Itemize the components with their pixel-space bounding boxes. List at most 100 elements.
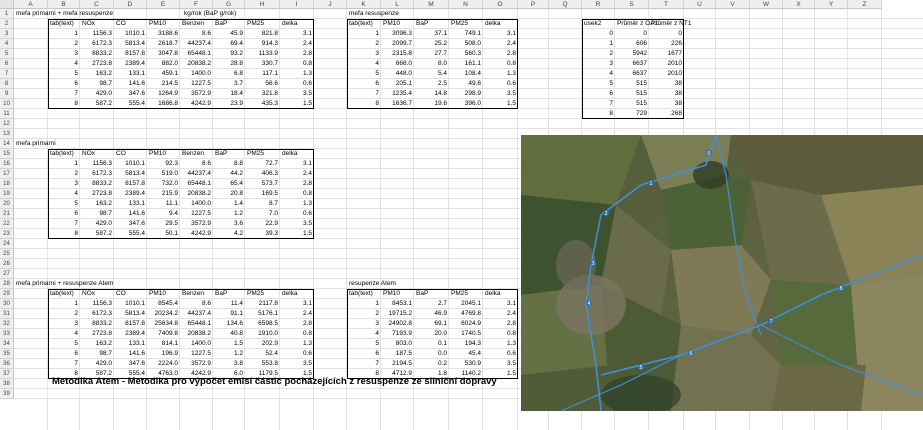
table6-cell[interactable]: 0.6 bbox=[484, 349, 516, 359]
table4-cell[interactable]: 72.7 bbox=[246, 159, 278, 169]
table5-cell[interactable]: 6 bbox=[49, 349, 78, 359]
column-header-q[interactable]: Q bbox=[549, 0, 582, 9]
table5-cell[interactable]: 8833.2 bbox=[81, 319, 112, 329]
row-header-13[interactable]: 13 bbox=[0, 129, 14, 139]
table1-cell[interactable]: 1156.3 bbox=[81, 29, 112, 39]
table4-cell[interactable]: 9.4 bbox=[148, 209, 178, 219]
table5-cell[interactable]: 3.8 bbox=[214, 359, 243, 369]
table6-cell[interactable]: 0.0 bbox=[415, 349, 447, 359]
row-header-33[interactable]: 33 bbox=[0, 329, 14, 339]
table1-cell[interactable]: 93.2 bbox=[214, 49, 243, 59]
row-header-24[interactable]: 24 bbox=[0, 239, 14, 249]
table4-cell[interactable]: 141.6 bbox=[115, 209, 145, 219]
table2-cell[interactable]: 6 bbox=[348, 79, 379, 89]
table1-cell[interactable]: 555.4 bbox=[115, 99, 145, 109]
table4-cell[interactable]: 555.4 bbox=[115, 229, 145, 239]
table4-cell[interactable]: 50.1 bbox=[148, 229, 178, 239]
table3-cell[interactable]: 729 bbox=[616, 109, 647, 119]
table1-cell[interactable]: 1 bbox=[49, 29, 78, 39]
table6-cell[interactable]: 4769.8 bbox=[450, 309, 481, 319]
table6-cell[interactable]: 2194.5 bbox=[382, 359, 412, 369]
table5-cell[interactable]: 814.1 bbox=[148, 339, 178, 349]
column-header-a[interactable]: A bbox=[14, 0, 48, 9]
column-header-w[interactable]: W bbox=[750, 0, 783, 9]
column-header-x[interactable]: X bbox=[783, 0, 815, 9]
column-header-r[interactable]: R bbox=[582, 0, 615, 9]
table1-cell[interactable]: 4 bbox=[49, 59, 78, 69]
row-header-32[interactable]: 32 bbox=[0, 319, 14, 329]
row-header-36[interactable]: 36 bbox=[0, 359, 14, 369]
column-header-k[interactable]: K bbox=[347, 0, 381, 9]
row-header-37[interactable]: 37 bbox=[0, 369, 14, 379]
table5-cell[interactable]: 1.2 bbox=[214, 349, 243, 359]
table3-cell[interactable]: 0 bbox=[583, 29, 613, 39]
table5-cell[interactable]: 0.8 bbox=[281, 329, 312, 339]
table4-cell[interactable]: 347.6 bbox=[115, 219, 145, 229]
table6-cell[interactable]: 194.3 bbox=[450, 339, 481, 349]
table2-cell[interactable]: 2315.8 bbox=[382, 49, 412, 59]
table5-cell[interactable]: 2 bbox=[49, 309, 78, 319]
table4-cell[interactable]: 44.2 bbox=[214, 169, 243, 179]
table1-cell[interactable]: 1010.1 bbox=[115, 29, 145, 39]
table1-cell[interactable]: 3047.8 bbox=[148, 49, 178, 59]
table5-cell[interactable]: 1910.0 bbox=[246, 329, 278, 339]
table4-cell[interactable]: 3.1 bbox=[281, 159, 312, 169]
row-header-39[interactable]: 39 bbox=[0, 389, 14, 399]
column-header-j[interactable]: J bbox=[314, 0, 347, 9]
table5-cell[interactable]: 25634.8 bbox=[148, 319, 179, 329]
table1-cell[interactable]: 5813.4 bbox=[115, 39, 145, 49]
table1-cell[interactable]: 98.7 bbox=[81, 79, 112, 89]
table6-cell[interactable]: 0.2 bbox=[415, 359, 447, 369]
table2-cell[interactable]: 1 bbox=[348, 29, 379, 39]
table4-cell[interactable]: 1227.5 bbox=[181, 209, 211, 219]
table3-cell[interactable]: 515 bbox=[616, 99, 647, 109]
table1-cell[interactable]: 23.9 bbox=[214, 99, 243, 109]
table5-cell[interactable]: 134.6 bbox=[214, 319, 243, 329]
table3-cell[interactable]: 3 bbox=[583, 59, 613, 69]
table2-cell[interactable]: 2.4 bbox=[484, 39, 516, 49]
row-header-21[interactable]: 21 bbox=[0, 209, 14, 219]
table1-cell[interactable]: 1400.0 bbox=[181, 69, 211, 79]
table6-cell[interactable]: 3.5 bbox=[484, 359, 516, 369]
table3-cell[interactable]: 6637 bbox=[616, 69, 647, 79]
row-header-1[interactable]: 1 bbox=[0, 9, 14, 19]
table2-cell[interactable]: 749.1 bbox=[450, 29, 481, 39]
table6-cell[interactable]: 530.9 bbox=[450, 359, 481, 369]
table5-cell[interactable]: 6598.5 bbox=[246, 319, 278, 329]
table1-cell[interactable]: 459.1 bbox=[148, 69, 178, 79]
table1-cell[interactable]: 6.8 bbox=[214, 69, 243, 79]
table3-cell[interactable]: 8 bbox=[583, 109, 613, 119]
table5-cell[interactable]: 0.6 bbox=[281, 349, 312, 359]
table2-cell[interactable]: 5 bbox=[348, 69, 379, 79]
table2-cell[interactable]: 3096.3 bbox=[382, 29, 412, 39]
column-header-g[interactable]: G bbox=[213, 0, 245, 9]
table4-cell[interactable]: 2.4 bbox=[281, 169, 312, 179]
table1-cell[interactable]: 3188.6 bbox=[148, 29, 178, 39]
table1-cell[interactable]: 6 bbox=[49, 79, 78, 89]
table6-cell[interactable]: 2.8 bbox=[484, 319, 516, 329]
table5-cell[interactable]: 2723.8 bbox=[81, 329, 112, 339]
table5-cell[interactable]: 98.7 bbox=[81, 349, 112, 359]
table1-cell[interactable]: 141.6 bbox=[115, 79, 145, 89]
table1-cell[interactable]: 20838.2 bbox=[181, 59, 212, 69]
table4-cell[interactable]: 1.5 bbox=[281, 229, 312, 239]
table4-cell[interactable]: 3.6 bbox=[214, 219, 243, 229]
table6-cell[interactable]: 2045.1 bbox=[450, 299, 481, 309]
table1-cell[interactable]: 133.1 bbox=[115, 69, 145, 79]
table2-cell[interactable]: 5.4 bbox=[415, 69, 447, 79]
table5-cell[interactable]: 2389.4 bbox=[115, 329, 145, 339]
table5-cell[interactable]: 3.1 bbox=[281, 299, 312, 309]
column-header-u[interactable]: U bbox=[684, 0, 716, 9]
table4-cell[interactable]: 133.1 bbox=[115, 199, 145, 209]
table1-cell[interactable]: 6172.3 bbox=[81, 39, 112, 49]
table4-cell[interactable]: 4 bbox=[49, 189, 78, 199]
table2-cell[interactable]: 0.6 bbox=[484, 79, 516, 89]
table2-cell[interactable]: 14.8 bbox=[415, 89, 447, 99]
table2-cell[interactable]: 448.0 bbox=[382, 69, 412, 79]
table2-cell[interactable]: 2099.7 bbox=[382, 39, 412, 49]
table6-cell[interactable]: 7193.9 bbox=[382, 329, 412, 339]
table6-cell[interactable]: 69.1 bbox=[415, 319, 447, 329]
table5-cell[interactable]: 20234.2 bbox=[148, 309, 179, 319]
table1-cell[interactable]: 163.2 bbox=[81, 69, 112, 79]
table4-cell[interactable]: 5813.4 bbox=[115, 169, 145, 179]
